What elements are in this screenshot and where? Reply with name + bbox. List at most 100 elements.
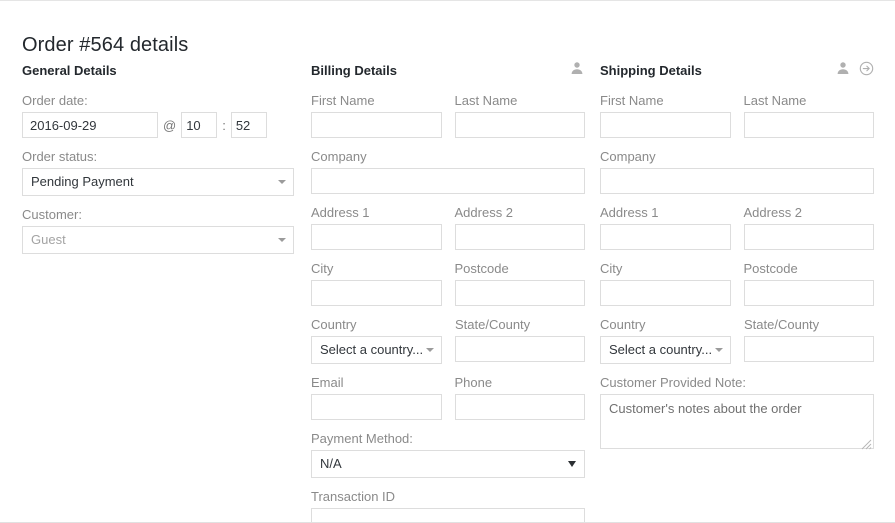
shipping-postcode-input[interactable] <box>743 280 874 306</box>
customer-note-textarea[interactable] <box>600 394 874 449</box>
general-details-heading-label: General Details <box>22 63 117 78</box>
shipping-country-label: Country <box>600 317 646 332</box>
customer-value: Guest <box>31 232 66 247</box>
shipping-country-row: Country Select a country... State/County <box>600 317 874 364</box>
shipping-state-label: State/County <box>744 317 820 332</box>
billing-contact-row: Email Phone <box>311 375 585 420</box>
shipping-address-row: Address 1 Address 2 <box>600 205 874 250</box>
billing-name-row: First Name Last Name <box>311 93 585 138</box>
order-status-select[interactable]: Pending Payment <box>22 168 294 196</box>
shipping-address2-group: Address 2 <box>743 205 874 250</box>
colon-separator: : <box>222 117 226 133</box>
billing-email-label: Email <box>311 375 344 390</box>
shipping-postcode-group: Postcode <box>743 261 874 306</box>
billing-first-name-group: First Name <box>311 93 442 138</box>
billing-country-group: Country Select a country... <box>311 317 442 364</box>
user-icon[interactable] <box>569 60 585 76</box>
billing-address2-input[interactable] <box>454 224 585 250</box>
payment-method-select[interactable]: N/A <box>311 450 585 478</box>
shipping-address2-label: Address 2 <box>743 205 803 220</box>
billing-state-input[interactable] <box>455 336 585 362</box>
transaction-id-label: Transaction ID <box>311 489 396 504</box>
billing-company-input[interactable] <box>311 168 585 194</box>
billing-details-column: Billing Details First Name Last Name Com… <box>311 60 585 522</box>
shipping-postcode-label: Postcode <box>743 261 798 276</box>
billing-postcode-label: Postcode <box>454 261 509 276</box>
shipping-address1-label: Address 1 <box>600 205 659 220</box>
billing-address2-label: Address 2 <box>454 205 514 220</box>
shipping-last-name-input[interactable] <box>743 112 874 138</box>
transaction-id-input[interactable] <box>311 508 585 522</box>
shipping-country-group: Country Select a country... <box>600 317 731 364</box>
billing-phone-input[interactable] <box>454 394 585 420</box>
chevron-down-icon <box>278 238 286 242</box>
shipping-last-name-group: Last Name <box>743 93 874 138</box>
order-date-input[interactable] <box>22 112 158 138</box>
order-minute-input[interactable] <box>230 112 267 138</box>
order-date-row: @ : <box>22 112 294 138</box>
payment-method-label: Payment Method: <box>311 431 413 446</box>
arrow-circle-right-icon[interactable] <box>858 60 874 76</box>
chevron-down-icon <box>715 348 723 352</box>
shipping-first-name-input[interactable] <box>600 112 731 138</box>
shipping-last-name-label: Last Name <box>743 93 807 108</box>
billing-city-input[interactable] <box>311 280 442 306</box>
billing-last-name-group: Last Name <box>454 93 585 138</box>
billing-city-group: City <box>311 261 442 306</box>
shipping-company-input[interactable] <box>600 168 874 194</box>
order-status-value: Pending Payment <box>31 174 134 189</box>
general-details-column: General Details Order date: @ : Order st… <box>22 63 294 265</box>
billing-header-actions <box>569 60 585 76</box>
at-separator: @ <box>163 117 177 133</box>
billing-city-row: City Postcode <box>311 261 585 306</box>
order-details-panel: Order #564 details General Details Order… <box>0 0 895 523</box>
order-date-label: Order date: <box>22 93 88 108</box>
user-icon[interactable] <box>835 60 851 76</box>
shipping-city-group: City <box>600 261 731 306</box>
shipping-name-row: First Name Last Name <box>600 93 874 138</box>
customer-note-label: Customer Provided Note: <box>600 375 746 390</box>
customer-note-group: Customer Provided Note: <box>600 375 874 454</box>
chevron-down-icon <box>278 180 286 184</box>
shipping-details-heading-label: Shipping Details <box>600 63 702 78</box>
order-hour-input[interactable] <box>181 112 218 138</box>
customer-group: Customer: Guest <box>22 207 294 254</box>
billing-address1-input[interactable] <box>311 224 442 250</box>
billing-last-name-input[interactable] <box>454 112 585 138</box>
billing-country-select[interactable]: Select a country... <box>311 336 442 364</box>
billing-email-group: Email <box>311 375 442 420</box>
shipping-country-select[interactable]: Select a country... <box>600 336 731 364</box>
billing-company-group: Company <box>311 149 585 194</box>
shipping-company-group: Company <box>600 149 874 194</box>
billing-first-name-input[interactable] <box>311 112 442 138</box>
billing-phone-label: Phone <box>454 375 493 390</box>
billing-transaction-id-group: Transaction ID <box>311 489 585 522</box>
shipping-city-label: City <box>600 261 623 276</box>
billing-address-row: Address 1 Address 2 <box>311 205 585 250</box>
billing-email-input[interactable] <box>311 394 442 420</box>
shipping-first-name-label: First Name <box>600 93 664 108</box>
customer-label: Customer: <box>22 207 82 222</box>
shipping-country-value: Select a country... <box>609 342 713 357</box>
shipping-address1-input[interactable] <box>600 224 731 250</box>
shipping-company-label: Company <box>600 149 656 164</box>
billing-address2-group: Address 2 <box>454 205 585 250</box>
customer-select[interactable]: Guest <box>22 226 294 254</box>
billing-first-name-label: First Name <box>311 93 375 108</box>
chevron-down-icon <box>426 348 434 352</box>
page-title: Order #564 details <box>22 34 189 57</box>
shipping-details-heading: Shipping Details <box>600 60 874 79</box>
billing-postcode-input[interactable] <box>454 280 585 306</box>
chevron-down-icon <box>568 461 576 467</box>
shipping-address2-input[interactable] <box>743 224 874 250</box>
billing-country-value: Select a country... <box>320 342 424 357</box>
billing-city-label: City <box>311 261 334 276</box>
billing-last-name-label: Last Name <box>454 93 518 108</box>
customer-note-area <box>600 394 874 454</box>
shipping-state-input[interactable] <box>744 336 874 362</box>
shipping-city-input[interactable] <box>600 280 731 306</box>
billing-details-heading-label: Billing Details <box>311 63 397 78</box>
billing-address1-label: Address 1 <box>311 205 370 220</box>
billing-state-label: State/County <box>455 317 531 332</box>
shipping-state-group: State/County <box>744 317 874 364</box>
